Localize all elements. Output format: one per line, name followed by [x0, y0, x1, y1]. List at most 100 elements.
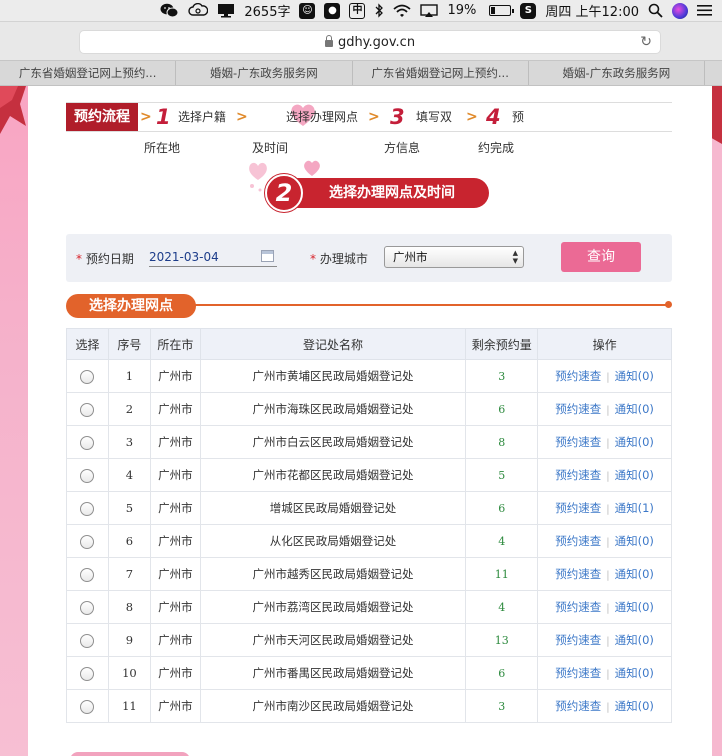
select-radio[interactable] [80, 402, 95, 417]
notify-link[interactable]: 通知(0) [615, 435, 654, 449]
select-cell [66, 359, 109, 393]
notification-center-icon[interactable] [697, 0, 712, 22]
tab-bar: 广东省婚姻登记网上预约... 婚姻-广东政务服务网 广东省婚姻登记网上预约...… [0, 60, 722, 86]
steps-title: 预约流程 [66, 103, 138, 131]
quick-check-link[interactable]: 预约速查 [555, 501, 601, 515]
quick-check-link[interactable]: 预约速查 [555, 369, 601, 383]
airplay-screen-icon[interactable] [217, 0, 235, 22]
row-office-name: 广州市荔湾区民政局婚姻登记处 [199, 590, 467, 624]
step-2-label: 选择办理网点 [286, 110, 359, 124]
word-count-status[interactable]: 2655字 [244, 0, 290, 22]
action-separator: | [606, 504, 610, 515]
banner-step-number: 2 [265, 174, 303, 212]
quick-check-link[interactable]: 预约速查 [555, 534, 601, 548]
row-actions: 预约速查 | 通知(0) [537, 392, 672, 426]
select-radio[interactable] [80, 468, 95, 483]
input-method-icon[interactable]: 中 [349, 0, 366, 22]
select-radio[interactable] [80, 435, 95, 450]
row-office-name: 广州市天河区民政局婚姻登记处 [199, 623, 467, 657]
notify-link[interactable]: 通知(0) [615, 402, 654, 416]
quick-check-link[interactable]: 预约速查 [555, 567, 601, 581]
cloud-sync-icon[interactable] [188, 0, 209, 22]
registry-office-table: 选择 序号 所在市 登记处名称 剩余预约量 操作 1 广州市 广州市黄埔区民政局… [66, 328, 672, 723]
current-step-banner: 2 选择办理网点及时间 [265, 174, 489, 212]
battery-percent[interactable]: 19% [447, 0, 476, 22]
search-form: * 预约日期 * 办理城市 广州市 ▲▼ 查询 [66, 234, 672, 282]
action-separator: | [606, 438, 610, 449]
wifi-icon[interactable] [393, 0, 412, 22]
new-tab-button[interactable] [704, 61, 722, 85]
step-4-label: 预 [512, 110, 525, 124]
row-index: 7 [107, 557, 151, 591]
row-index: 3 [107, 425, 151, 459]
col-office-name: 登记处名称 [199, 328, 467, 360]
quick-check-link[interactable]: 预约速查 [555, 666, 601, 680]
quick-check-link[interactable]: 预约速查 [555, 600, 601, 614]
tab-gd-gov-service-1[interactable]: 婚姻-广东政务服务网 [175, 61, 351, 85]
row-office-name: 广州市番禺区民政局婚姻登记处 [199, 656, 467, 690]
select-cell [66, 392, 109, 426]
notify-link[interactable]: 通知(0) [615, 468, 654, 482]
quick-check-link[interactable]: 预约速查 [555, 633, 601, 647]
quick-check-link[interactable]: 预约速查 [555, 402, 601, 416]
row-index: 6 [107, 524, 151, 558]
smiley-icon[interactable]: ☺ [299, 0, 316, 22]
quick-check-link[interactable]: 预约速查 [555, 435, 601, 449]
notify-link[interactable]: 通知(1) [615, 501, 654, 515]
siri-icon[interactable] [672, 0, 688, 22]
notify-link[interactable]: 通知(0) [615, 534, 654, 548]
notify-link[interactable]: 通知(0) [615, 567, 654, 581]
clock[interactable]: 周四 上午12:00 [545, 0, 639, 22]
row-index: 10 [107, 656, 151, 690]
microphone-icon[interactable]: ● [324, 0, 341, 22]
tab-gd-marriage-booking-1[interactable]: 广东省婚姻登记网上预约... [0, 61, 175, 85]
row-index: 11 [107, 689, 151, 723]
select-radio[interactable] [80, 699, 95, 714]
section-divider-dot [665, 301, 672, 308]
display-mirror-icon[interactable] [420, 0, 439, 22]
select-cell [66, 623, 109, 657]
step-1-sublabel: 所在地 [144, 141, 181, 155]
row-office-name: 广州市黄埔区民政局婚姻登记处 [199, 359, 467, 393]
select-radio[interactable] [80, 633, 95, 648]
select-radio[interactable] [80, 534, 95, 549]
action-separator: | [606, 669, 610, 680]
date-input[interactable] [149, 247, 277, 267]
table-row: 4 广州市 广州市花都区民政局婚姻登记处 5 预约速查 | 通知(0) [66, 458, 672, 492]
battery-icon[interactable] [485, 0, 515, 22]
col-actions: 操作 [537, 328, 672, 360]
notify-link[interactable]: 通知(0) [615, 369, 654, 383]
select-radio[interactable] [80, 369, 95, 384]
page-content: 预约流程 > 1 选择户籍 > 2 选择办理网点 > 3 填写双 > 4 预 所… [28, 86, 712, 756]
reload-icon[interactable]: ↻ [640, 34, 652, 50]
quick-check-link[interactable]: 预约速查 [555, 468, 601, 482]
row-office-name: 广州市花都区民政局婚姻登记处 [199, 458, 467, 492]
spotlight-search-icon[interactable] [648, 0, 663, 22]
app-s-icon[interactable]: S [520, 0, 537, 22]
tab-gd-marriage-booking-2[interactable]: 广东省婚姻登记网上预约... [351, 61, 528, 85]
notify-link[interactable]: 通知(0) [615, 600, 654, 614]
row-remaining: 8 [465, 425, 539, 459]
quick-check-link[interactable]: 预约速查 [555, 699, 601, 713]
notify-link[interactable]: 通知(0) [615, 633, 654, 647]
row-city: 广州市 [149, 524, 201, 558]
select-radio[interactable] [80, 600, 95, 615]
row-office-name: 广州市南沙区民政局婚姻登记处 [199, 689, 467, 723]
wechat-icon[interactable] [160, 0, 179, 22]
calendar-icon[interactable] [261, 250, 274, 262]
tab-gd-gov-service-2[interactable]: 婚姻-广东政务服务网 [527, 61, 704, 85]
row-actions: 预约速查 | 通知(0) [537, 557, 672, 591]
select-radio[interactable] [80, 666, 95, 681]
address-bar[interactable]: gdhy.gov.cn ↻ [79, 30, 661, 54]
query-button[interactable]: 查询 [561, 242, 641, 272]
select-radio[interactable] [80, 501, 95, 516]
row-remaining: 4 [465, 524, 539, 558]
select-radio[interactable] [80, 567, 95, 582]
step-arrow-2: > [368, 109, 380, 125]
table-row: 11 广州市 广州市南沙区民政局婚姻登记处 3 预约速查 | 通知(0) [66, 689, 672, 723]
notify-link[interactable]: 通知(0) [615, 699, 654, 713]
city-select[interactable]: 广州市 ▲ ▼ [384, 246, 524, 268]
notify-link[interactable]: 通知(0) [615, 666, 654, 680]
bluetooth-icon[interactable] [374, 0, 384, 22]
row-remaining: 3 [465, 359, 539, 393]
